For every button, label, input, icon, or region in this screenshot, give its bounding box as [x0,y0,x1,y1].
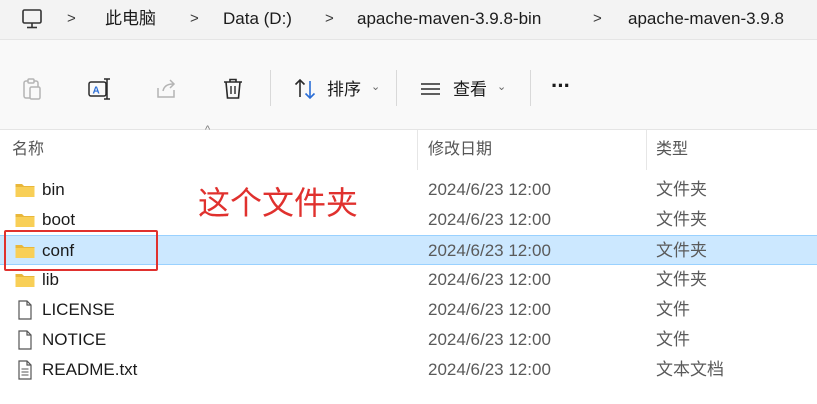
file-name: README.txt [42,360,138,379]
file-type: 文件 [656,330,690,349]
address-bar[interactable]: > 此电脑 > Data (D:) > apache-maven-3.9.8-b… [0,0,817,40]
file-type: 文件夹 [656,270,707,289]
column-divider[interactable] [417,130,418,170]
folder-icon [14,180,36,200]
column-divider[interactable] [646,130,647,170]
svg-text:A: A [93,86,100,97]
breadcrumb-separator: > [593,10,602,27]
file-name: lib [42,270,60,289]
breadcrumb-separator: > [67,10,76,27]
toolbar-divider [530,70,531,106]
file-type: 文件夹 [656,241,707,260]
annotation-label: 这个文件夹 [198,184,359,222]
toolbar-divider [396,70,397,106]
sort-arrows-icon [294,78,316,100]
file-row[interactable]: bin 2024/6/23 12:00 文件夹 [0,175,817,205]
file-modified-date: 2024/6/23 12:00 [428,330,551,349]
file-modified-date: 2024/6/23 12:00 [428,210,551,229]
file-modified-date: 2024/6/23 12:00 [428,241,551,260]
rename-icon[interactable]: A [86,76,112,102]
file-modified-date: 2024/6/23 12:00 [428,180,551,199]
toolbar-divider [270,70,271,106]
more-options-button[interactable]: ··· [551,75,571,97]
file-row[interactable]: README.txt 2024/6/23 12:00 文本文档 [0,355,817,385]
file-type: 文件夹 [656,180,707,199]
trash-icon[interactable] [220,76,246,102]
column-name[interactable]: 名称 [12,140,44,160]
monitor-icon[interactable] [20,8,44,30]
column-header: ^ 名称 修改日期 类型 [0,124,817,170]
sort-label: 排序 [327,80,361,99]
breadcrumb-this-pc[interactable]: 此电脑 [105,8,156,30]
command-bar: A 排序 ⌄ 查看 ⌄ ··· [0,40,817,130]
share-icon[interactable] [154,76,180,102]
breadcrumb-maven-bin[interactable]: apache-maven-3.9.8-bin [357,8,541,30]
column-modified[interactable]: 修改日期 [428,140,492,160]
sort-ascending-icon: ^ [205,124,211,136]
clipboard-icon[interactable] [19,76,45,102]
folder-icon [14,270,36,290]
folder-icon [14,210,36,230]
file-type: 文件夹 [656,210,707,229]
file-modified-date: 2024/6/23 12:00 [428,300,551,319]
highlight-box [4,230,158,271]
breadcrumb-drive-d[interactable]: Data (D:) [223,8,292,30]
file-row[interactable]: NOTICE 2024/6/23 12:00 文件 [0,325,817,355]
file-row[interactable]: LICENSE 2024/6/23 12:00 文件 [0,295,817,325]
file-type: 文本文档 [656,360,724,379]
file-icon [14,330,36,350]
file-modified-date: 2024/6/23 12:00 [428,360,551,379]
breadcrumb-separator: > [325,10,334,27]
file-name: bin [42,180,65,199]
text-file-icon [14,360,36,380]
chevron-down-icon: ⌄ [497,81,507,93]
chevron-down-icon: ⌄ [371,81,381,93]
breadcrumb-maven-current[interactable]: apache-maven-3.9.8 [628,8,784,30]
column-type[interactable]: 类型 [656,140,688,160]
file-name: LICENSE [42,300,115,319]
view-label: 查看 [453,80,487,99]
file-name: boot [42,210,76,229]
file-modified-date: 2024/6/23 12:00 [428,270,551,289]
file-name: NOTICE [42,330,107,349]
list-view-icon [421,83,440,95]
breadcrumb-separator: > [190,10,199,27]
file-type: 文件 [656,300,690,319]
file-icon [14,300,36,320]
